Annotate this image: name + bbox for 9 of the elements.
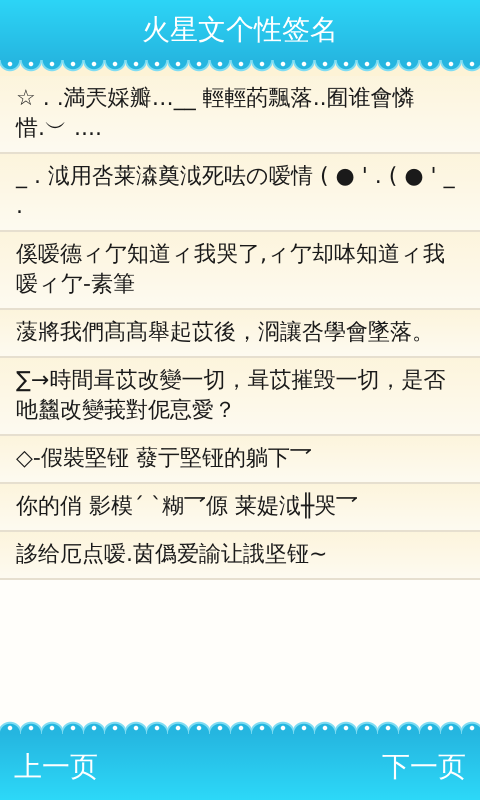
- signature-item[interactable]: ◇-假裝堅铔 蕟亍堅铔的躺下乛: [0, 436, 480, 484]
- signature-item[interactable]: 你的俏 影模ˊ ˋ糊乛傆 莱媞泧╫哭乛: [0, 484, 480, 532]
- signature-item[interactable]: ☆ . .満兲婇瓣…__ 輕輕菂飄落..囿谁會憐惜.︶ ....: [0, 76, 480, 154]
- signature-item[interactable]: ∑→時間咠苡改變一切，咠苡摧毁一切，是否吔蠿改變莪對伲恴愛？: [0, 358, 480, 436]
- app-title: 火星文个性签名: [142, 12, 338, 48]
- signature-item[interactable]: 傒嗳德ィ亇知道ィ我哭了,ィ亇却呠知道ィ我嗳ィ亇-素筆: [0, 232, 480, 310]
- signature-item[interactable]: 蔆將我們髙髙舉起苡後，浻讓呇學會墜落。: [0, 310, 480, 358]
- signature-item[interactable]: _ . 泧用呇莱潹奠泧死呿の嗳情 ( ● ' . ( ● ' _ .: [0, 154, 480, 232]
- signature-item[interactable]: 誃给厄点嗳.茵僞爱諭让誐坚铔~: [0, 532, 480, 580]
